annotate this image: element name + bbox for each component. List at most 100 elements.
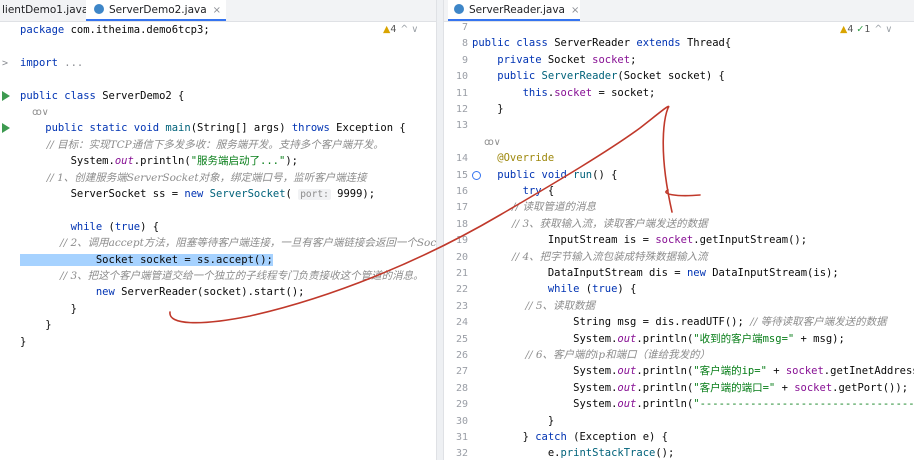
code-line[interactable]: } catch (Exception e) { (472, 429, 668, 446)
code-token: public class (472, 37, 555, 50)
code-token: main (165, 122, 191, 135)
code-token: .println( (636, 398, 694, 411)
code-line[interactable]: try { (472, 183, 555, 200)
code-line[interactable]: while (true) { (472, 281, 637, 298)
code-line[interactable]: while (true) { (20, 219, 160, 236)
code-token: private (472, 53, 548, 66)
code-line[interactable]: public static void main(String[] args) t… (20, 120, 406, 137)
code-line[interactable]: @Override (472, 150, 554, 167)
code-line[interactable]: // 2、调用accept方法，阻塞等待客户端连接，一旦有客户端链接会返回一个S… (20, 235, 436, 252)
code-line[interactable]: public class ServerDemo2 { (20, 88, 184, 105)
tab-server-demo2[interactable]: ServerDemo2.java × (86, 0, 226, 21)
navigate-arrows[interactable]: ^ ∨ (874, 24, 892, 35)
code-token: .getInputStream(); (693, 234, 808, 247)
close-tab-icon[interactable]: × (571, 5, 579, 16)
run-gutter-icon[interactable] (2, 90, 10, 101)
code-token: port: (298, 189, 331, 200)
line-number: 9 (461, 54, 468, 66)
editor-splitter[interactable] (436, 0, 444, 460)
line-number: 28 (455, 382, 468, 394)
code-token: .println( (133, 155, 191, 168)
code-line[interactable]: // 4、把字节输入流包装成特殊数据输入流 (472, 249, 708, 266)
tab-client-demo1[interactable]: lientDemo1.java (0, 0, 88, 21)
line-number: 7 (461, 22, 468, 33)
code-token: } (472, 431, 536, 443)
code-line[interactable]: private Socket socket; (472, 52, 636, 69)
code-line[interactable]: } (20, 334, 26, 351)
line-number: 23 (455, 300, 468, 312)
code-line[interactable]: } (20, 301, 77, 318)
line-number: 31 (455, 432, 468, 443)
code-token: import (20, 56, 65, 69)
code-token: public (472, 70, 542, 83)
code-token: "收到的客户端msg=" (693, 332, 795, 345)
code-token: true (114, 220, 141, 233)
code-line[interactable]: // 3、获取输入流，读取客户端发送的数据 (472, 216, 708, 233)
selected-code-line[interactable]: Socket socket = ss.accept(); (20, 252, 273, 269)
code-token: com.itheima.demo6tcp3; (70, 24, 210, 36)
code-line[interactable]: DataInputStream dis = new DataInputStrea… (472, 265, 839, 282)
code-line[interactable]: System.out.println("服务端启动了..."); (20, 153, 298, 170)
code-line[interactable]: import ... (20, 55, 83, 72)
code-line[interactable]: public void run() { (472, 167, 617, 184)
code-line[interactable]: System.out.println("客户端的端口=" + socket.ge… (472, 380, 908, 397)
inspection-badge[interactable]: ▲4 ✓1 ^ ∨ (840, 24, 892, 35)
code-token: Socket socket = ss.accept(); (20, 253, 273, 266)
inspection-badge[interactable]: ▲4 ^ ∨ (383, 24, 418, 35)
code-token: Exception { (336, 122, 406, 135)
code-line[interactable]: package com.itheima.demo6tcp3; (20, 22, 210, 39)
code-line[interactable]: // 5、读取数据 (472, 298, 595, 315)
code-line[interactable]: String msg = dis.readUTF(); // 等待读取客户端发送… (472, 314, 886, 331)
code-token: // 目标：实现TCP通信下多发多收：服务端开发。支持多个客户端开发。 (20, 138, 384, 151)
code-line[interactable]: // 6、客户端的ip和端口（谁给我发的） (472, 347, 710, 364)
code-line[interactable]: // 读取管道的消息 (472, 199, 596, 216)
right-editor-pane[interactable]: ServerReader.java × ▲4 ✓1 ^ ∨ 7 8 public cla… (444, 0, 914, 460)
code-token: socket (655, 234, 694, 247)
code-token: this (472, 86, 548, 99)
code-line[interactable]: System.out.println("--------------------… (472, 396, 914, 413)
code-token: public void (472, 168, 574, 181)
left-editor-pane[interactable]: lientDemo1.java ServerDemo2.java × ▲4 ^ ∨ … (0, 0, 436, 460)
code-token: Socket (547, 53, 593, 66)
code-token: + (775, 381, 795, 394)
fold-chevron-icon[interactable]: > (2, 55, 12, 72)
code-line[interactable]: } (472, 101, 503, 118)
code-line[interactable]: public class ServerReader extends Thread… (472, 35, 731, 52)
code-token: = socket; (592, 86, 656, 99)
line-number: 16 (455, 186, 468, 197)
close-tab-icon[interactable]: × (213, 5, 221, 16)
line-number: 26 (455, 350, 468, 361)
line-number: 10 (455, 71, 468, 83)
code-token: System. (472, 332, 618, 345)
code-line[interactable]: this.socket = socket; (472, 85, 656, 102)
code-line[interactable]: e.printStackTrace(); (472, 445, 674, 460)
code-token: ꝏ∨ (20, 107, 49, 118)
code-line[interactable]: InputStream is = socket.getInputStream()… (472, 232, 807, 249)
code-token: .getInetAddress() (823, 365, 914, 378)
navigate-arrows[interactable]: ^ ∨ (400, 24, 418, 35)
code-token: System. (472, 365, 618, 378)
code-line[interactable]: // 3、把这个客户端管道交给一个独立的子线程专门负责接收这个管道的消息。 (20, 268, 424, 285)
code-line[interactable]: System.out.println("收到的客户端msg=" + msg); (472, 331, 845, 348)
tab-server-reader[interactable]: ServerReader.java × (448, 0, 580, 21)
code-token: out (114, 155, 134, 168)
line-number: 18 (455, 218, 468, 230)
code-line[interactable]: } (472, 413, 554, 430)
run-gutter-icon[interactable] (2, 123, 10, 134)
code-line[interactable]: new ServerReader(socket).start(); (20, 284, 305, 301)
code-line[interactable]: ꝏ∨ (20, 104, 49, 121)
code-line[interactable]: // 目标：实现TCP通信下多发多收：服务端开发。支持多个客户端开发。 (20, 137, 384, 154)
code-line[interactable]: public ServerReader(Socket socket) { (472, 68, 725, 85)
warning-count: 4 (847, 24, 854, 35)
code-token: DataInputStream dis = (472, 267, 687, 279)
code-line[interactable]: // 1、创建服务端ServerSocket对象，绑定端口号，监听客户端连接 (20, 170, 367, 187)
code-line[interactable]: ꝏ∨ (472, 134, 501, 151)
code-token: "客户端的ip=" (693, 365, 767, 378)
code-line[interactable]: ServerSocket ss = new ServerSocket( port… (20, 186, 375, 203)
code-line[interactable]: } (20, 317, 51, 334)
line-number: 32 (455, 448, 468, 460)
code-token: socket (554, 86, 593, 99)
code-token: ); (285, 155, 298, 168)
code-token: out (617, 332, 637, 345)
code-line[interactable]: System.out.println("客户端的ip=" + socket.ge… (472, 363, 914, 380)
